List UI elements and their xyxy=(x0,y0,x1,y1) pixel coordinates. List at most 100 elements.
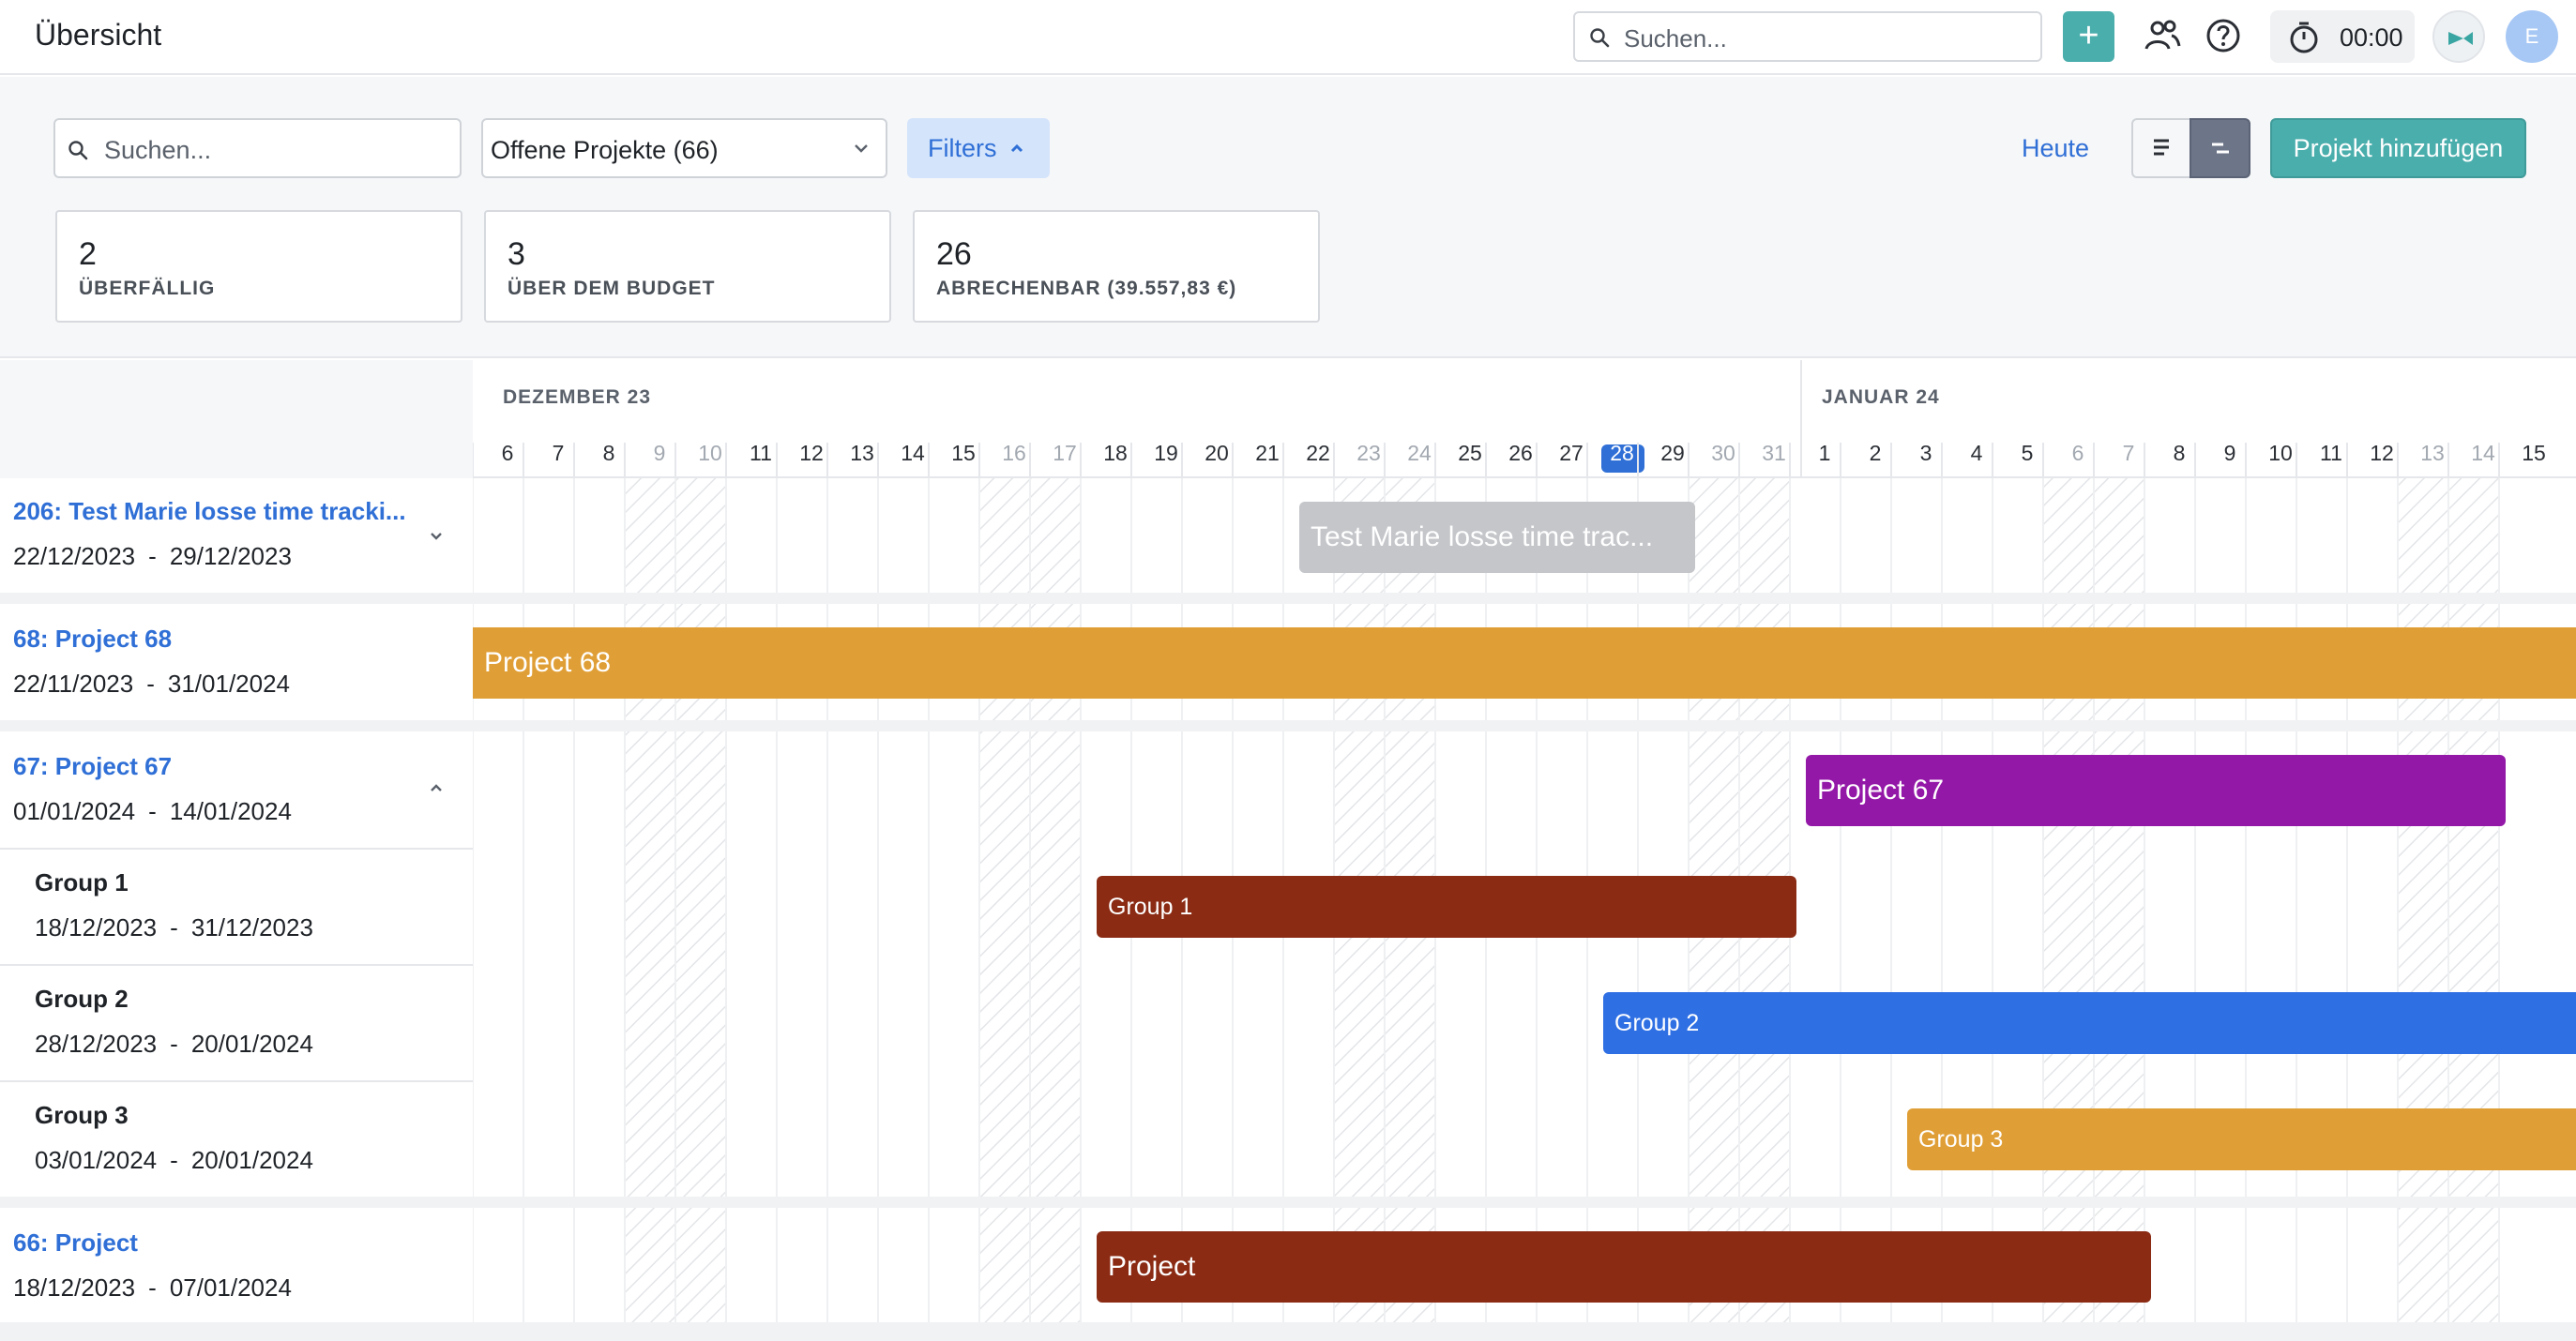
quick-add-button[interactable]: + xyxy=(2063,11,2114,62)
project-date-range: 22/11/2023-31/01/2024 xyxy=(13,670,290,699)
date-separator: - xyxy=(148,797,157,825)
end-date: 20/01/2024 xyxy=(190,1146,313,1174)
stat-value: 26 xyxy=(936,236,972,272)
timer-value: 00:00 xyxy=(2340,23,2403,52)
weekend-column xyxy=(1030,478,1081,1341)
group-row-2[interactable]: Group 2 28/12/2023-20/01/2024 xyxy=(0,964,473,1078)
today-button[interactable]: Heute xyxy=(2022,134,2089,163)
gantt-bar[interactable]: Group 2 xyxy=(1603,992,2576,1054)
stat-label: ÜBERFÄLLIG xyxy=(79,278,216,299)
group-date-range: 28/12/2023-20/01/2024 xyxy=(35,1030,313,1059)
project-filter-value: Offene Projekte (66) xyxy=(491,136,719,164)
chevron-up-icon[interactable] xyxy=(425,776,447,799)
row-divider xyxy=(0,1197,2576,1208)
bar-label: Group 1 xyxy=(1108,894,1193,920)
gantt-bar[interactable]: Test Marie losse time trac... xyxy=(1299,502,1695,573)
timer-button[interactable]: 00:00 xyxy=(2270,10,2415,63)
top-bar xyxy=(0,0,2576,75)
video-call-icon[interactable] xyxy=(2432,10,2485,63)
start-date: 28/12/2023 xyxy=(35,1030,158,1058)
project-title-link[interactable]: 66: Project xyxy=(13,1228,138,1258)
bar-label: Group 3 xyxy=(1918,1126,2004,1153)
bar-label: Project 68 xyxy=(484,647,612,678)
date-separator: - xyxy=(170,913,178,942)
help-icon[interactable] xyxy=(2205,17,2242,54)
chevron-up-icon xyxy=(1010,143,1023,153)
over-budget-stat-card[interactable]: 3 ÜBER DEM BUDGET xyxy=(484,210,891,323)
start-date: 22/12/2023 xyxy=(13,542,136,570)
gantt-bar[interactable]: Group 1 xyxy=(1097,876,1796,938)
group-row-3[interactable]: Group 3 03/01/2024-20/01/2024 xyxy=(0,1080,473,1195)
bar-label: Project xyxy=(1108,1251,1196,1282)
start-date: 22/11/2023 xyxy=(13,670,134,698)
end-date: 31/12/2023 xyxy=(190,913,313,942)
gantt-bar[interactable]: Project 68 xyxy=(473,627,2576,699)
search-placeholder: Suchen... xyxy=(104,136,212,164)
people-icon[interactable] xyxy=(2144,17,2181,54)
group-date-range: 03/01/2024-20/01/2024 xyxy=(35,1146,313,1175)
stat-value: 2 xyxy=(79,236,97,272)
project-date-range: 01/01/2024-14/01/2024 xyxy=(13,797,292,826)
project-date-range: 18/12/2023-07/01/2024 xyxy=(13,1273,292,1303)
date-separator: - xyxy=(148,1273,157,1302)
global-search-input[interactable]: Suchen... xyxy=(1573,11,2042,62)
row-divider xyxy=(0,593,2576,604)
end-date: 14/01/2024 xyxy=(169,797,292,825)
timeline-header-lines xyxy=(473,360,2576,478)
search-placeholder: Suchen... xyxy=(1624,24,1727,53)
date-separator: - xyxy=(148,542,157,570)
user-avatar[interactable]: E xyxy=(2506,10,2558,63)
stat-label: ABRECHENBAR (39.557,83 €) xyxy=(936,278,1237,299)
search-icon xyxy=(1590,28,1610,48)
weekend-column xyxy=(2398,478,2448,1341)
end-date: 20/01/2024 xyxy=(190,1030,313,1058)
weekend-column xyxy=(2448,478,2499,1341)
gantt-bar[interactable]: Group 3 xyxy=(1907,1108,2576,1170)
project-title-link[interactable]: 68: Project 68 xyxy=(13,625,172,654)
end-date: 07/01/2024 xyxy=(169,1273,292,1302)
stopwatch-icon xyxy=(2290,22,2318,53)
project-row-66[interactable]: 66: Project 18/12/2023-07/01/2024 xyxy=(0,1210,473,1322)
page-title: Übersicht xyxy=(35,18,162,52)
project-date-range: 22/12/2023-29/12/2023 xyxy=(13,542,292,571)
weekend-column xyxy=(2094,478,2144,1341)
bar-label: Group 2 xyxy=(1614,1010,1700,1036)
weekend-column xyxy=(979,478,1030,1341)
end-date: 31/01/2024 xyxy=(167,670,291,698)
gantt-bar[interactable]: Project 67 xyxy=(1806,755,2506,826)
row-divider xyxy=(0,1322,2576,1341)
weekend-column xyxy=(625,478,675,1341)
add-project-button[interactable]: Projekt hinzufügen xyxy=(2270,118,2526,178)
gantt-bar[interactable]: Project xyxy=(1097,1231,2151,1303)
bar-label: Test Marie losse time trac... xyxy=(1311,521,1654,552)
project-row-68[interactable]: 68: Project 68 22/11/2023-31/01/2024 xyxy=(0,606,473,720)
list-view-toggle[interactable] xyxy=(2131,118,2191,178)
group-title: Group 3 xyxy=(35,1101,129,1129)
project-title-link[interactable]: 206: Test Marie losse time tracki... xyxy=(13,497,406,526)
end-date: 29/12/2023 xyxy=(169,542,292,570)
search-icon xyxy=(68,141,88,160)
group-date-range: 18/12/2023-31/12/2023 xyxy=(35,913,313,942)
overdue-stat-card[interactable]: 2 ÜBERFÄLLIG xyxy=(55,210,462,323)
date-separator: - xyxy=(170,1146,178,1174)
plus-icon: + xyxy=(2078,16,2099,55)
start-date: 18/12/2023 xyxy=(13,1273,136,1302)
filters-label: Filters xyxy=(928,134,997,162)
project-row-67[interactable]: 67: Project 67 01/01/2024-14/01/2024 xyxy=(0,733,473,846)
group-title: Group 2 xyxy=(35,985,129,1013)
weekend-column xyxy=(2043,478,2094,1341)
start-date: 01/01/2024 xyxy=(13,797,136,825)
start-date: 18/12/2023 xyxy=(35,913,158,942)
chevron-down-icon[interactable] xyxy=(425,525,447,548)
group-row-1[interactable]: Group 1 18/12/2023-31/12/2023 xyxy=(0,848,473,962)
project-filter-select[interactable]: Offene Projekte (66) xyxy=(481,118,887,178)
project-row-206[interactable]: 206: Test Marie losse time tracki... 22/… xyxy=(0,480,473,593)
date-separator: - xyxy=(146,670,155,698)
project-title-link[interactable]: 67: Project 67 xyxy=(13,752,172,781)
row-divider xyxy=(0,720,2576,731)
filters-button[interactable]: Filters xyxy=(907,118,1050,178)
project-search-input[interactable]: Suchen... xyxy=(53,118,462,178)
gantt-icon xyxy=(2212,143,2229,154)
billable-stat-card[interactable]: 26 ABRECHENBAR (39.557,83 €) xyxy=(913,210,1320,323)
gantt-view-toggle[interactable] xyxy=(2190,118,2250,178)
